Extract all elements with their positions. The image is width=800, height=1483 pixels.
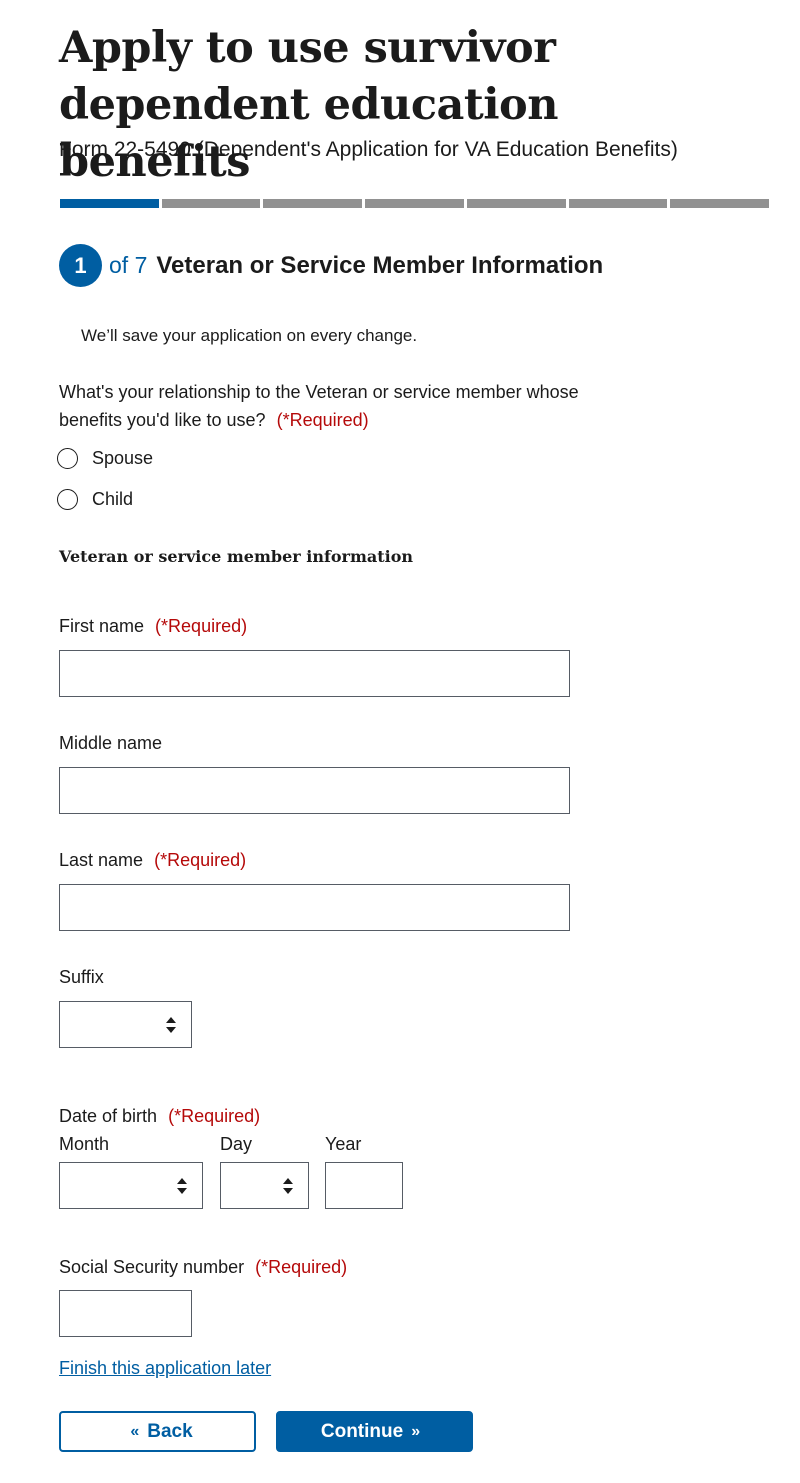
progress-segment-2	[161, 199, 261, 208]
step-of-total: of 7	[109, 252, 148, 278]
back-button-label: Back	[147, 1420, 193, 1442]
required-marker: (*Required)	[155, 616, 248, 636]
radio-button[interactable]	[57, 489, 78, 510]
last-name-label-text: Last name	[59, 850, 144, 870]
progress-segment-3	[263, 199, 363, 208]
select-arrows-icon	[166, 1017, 176, 1033]
dob-year-label: Year	[325, 1134, 362, 1154]
progress-segment-7	[670, 199, 770, 208]
radio-child[interactable]: Child	[57, 489, 133, 510]
progress-segment-4	[365, 199, 464, 208]
continue-button-label: Continue	[320, 1420, 404, 1442]
progress-bar	[60, 199, 770, 208]
dob-day-label: Day	[220, 1134, 253, 1154]
dob-label-text: Date of birth	[59, 1106, 158, 1126]
progress-segment-5	[466, 199, 566, 208]
suffix-label: Suffix	[59, 967, 104, 988]
dob-day-select[interactable]	[220, 1162, 309, 1209]
ssn-label-text: Social Security number	[59, 1257, 245, 1277]
radio-button[interactable]	[57, 448, 78, 469]
form-subtitle: Form 22-5490 (Dependent's Application fo…	[59, 138, 678, 161]
required-marker: (*Required)	[154, 850, 247, 870]
double-chevron-right-icon: »	[411, 1422, 421, 1440]
back-button[interactable]: « Back	[59, 1411, 256, 1452]
first-name-label-text: First name	[59, 616, 145, 636]
double-chevron-left-icon: «	[130, 1422, 140, 1440]
step-title: Veteran or Service Member Information	[156, 251, 604, 279]
section-heading: Veteran or service member information	[59, 547, 414, 566]
step-number-badge: 1	[59, 244, 102, 287]
radio-spouse[interactable]: Spouse	[57, 448, 153, 469]
dob-month-label: Month	[59, 1134, 110, 1154]
required-marker: (*Required)	[168, 1106, 261, 1126]
select-arrows-icon	[177, 1178, 187, 1194]
suffix-select[interactable]	[59, 1001, 192, 1048]
page-title: Apply to use survivor dependent educatio…	[59, 23, 559, 187]
step-heading: 1 of 7 Veteran or Service Member Informa…	[59, 243, 603, 288]
progress-segment-1	[60, 199, 159, 208]
first-name-label: First name (*Required)	[59, 616, 247, 637]
middle-name-label-text: Middle name	[59, 733, 163, 753]
page: Apply to use survivor dependent educatio…	[0, 0, 800, 1483]
required-marker: (*Required)	[276, 410, 369, 430]
middle-name-label: Middle name	[59, 733, 162, 754]
select-arrows-icon	[283, 1178, 293, 1194]
autosave-note: We’ll save your application on every cha…	[81, 326, 418, 345]
continue-button[interactable]: Continue »	[276, 1411, 473, 1452]
last-name-label: Last name (*Required)	[59, 850, 246, 871]
finish-later-link[interactable]: Finish this application later	[59, 1358, 271, 1379]
radio-label-child: Child	[92, 489, 134, 509]
first-name-input[interactable]	[59, 650, 570, 697]
radio-label-spouse: Spouse	[92, 448, 154, 468]
ssn-label: Social Security number (*Required)	[59, 1257, 347, 1278]
suffix-label-text: Suffix	[59, 967, 104, 987]
dob-year-input[interactable]	[325, 1162, 403, 1209]
required-marker: (*Required)	[255, 1257, 348, 1277]
dob-month-select[interactable]	[59, 1162, 203, 1209]
progress-segment-6	[568, 199, 668, 208]
relationship-question: What's your relationship to the Veteran …	[59, 378, 599, 434]
middle-name-input[interactable]	[59, 767, 570, 814]
dob-label: Date of birth (*Required)	[59, 1106, 260, 1127]
ssn-input[interactable]	[59, 1290, 192, 1337]
last-name-input[interactable]	[59, 884, 570, 931]
